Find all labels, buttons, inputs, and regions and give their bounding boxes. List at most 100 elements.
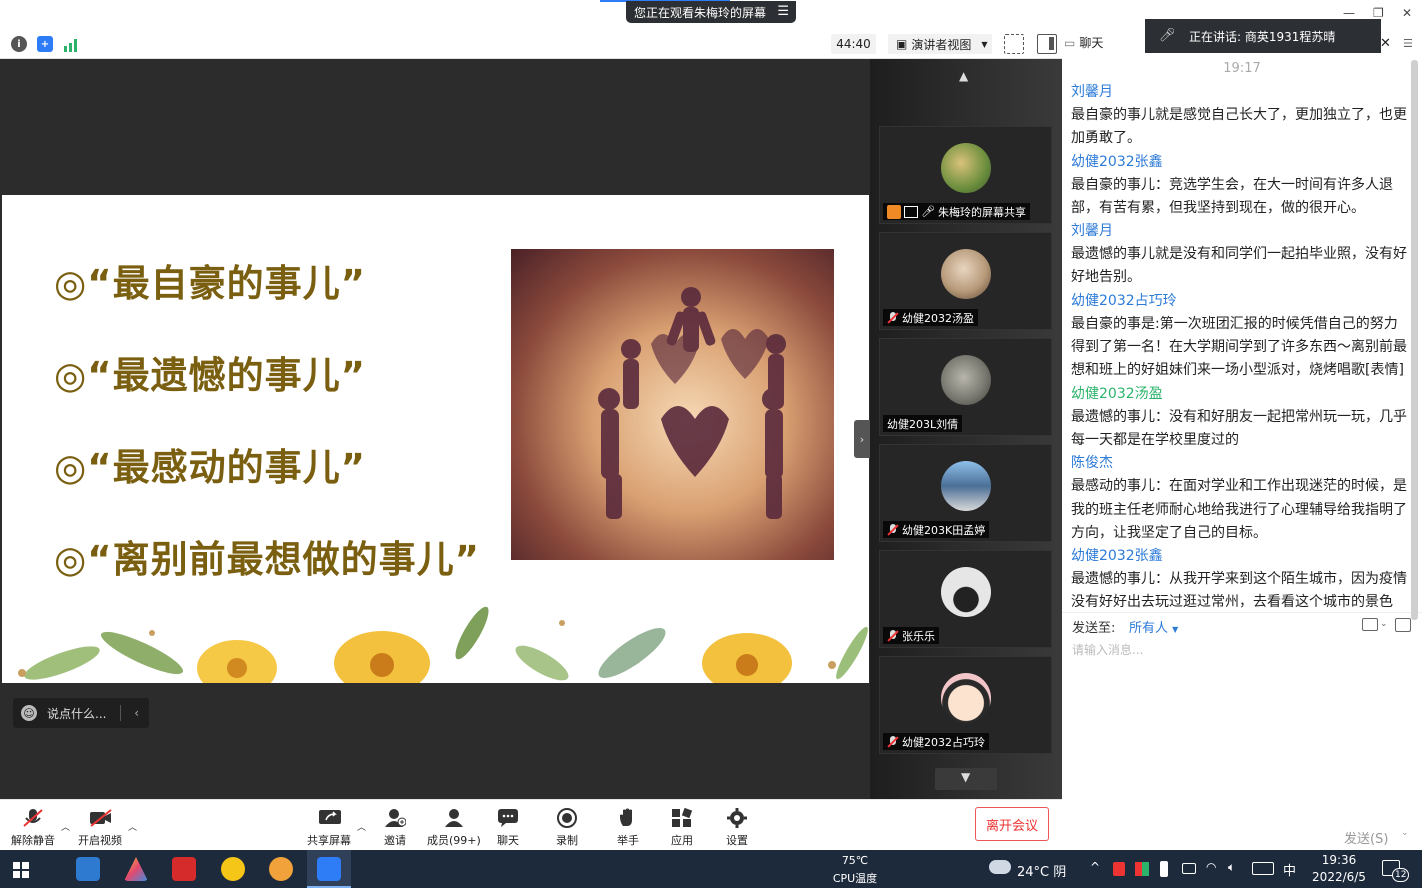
volume-icon[interactable]: 🔈︎ <box>1228 860 1235 875</box>
apps-button[interactable]: 应用 <box>671 807 693 848</box>
participant-tile[interactable]: 张乐乐 <box>879 550 1052 648</box>
message-text: 最遗憾的事儿就是没有和同学们一起拍毕业照，没有好好地告别。 <box>1071 246 1407 286</box>
more-icon[interactable]: ☰ <box>1403 37 1413 50</box>
wps-icon[interactable] <box>172 857 196 881</box>
cpu-label: CPU温度 <box>832 872 878 885</box>
video-off-icon <box>89 808 112 828</box>
chat-button[interactable]: 聊天 <box>497 808 519 848</box>
browser-icon[interactable] <box>221 857 245 881</box>
chat-message: 幼健2032张鑫 最遗憾的事儿：从我开学来到这个陌生城市，因为疫情没有好好出去玩… <box>1071 545 1411 615</box>
shield-icon[interactable]: + <box>37 36 53 52</box>
app-icon[interactable] <box>124 857 148 881</box>
message-sender[interactable]: 刘馨月 <box>1071 220 1411 243</box>
message-sender[interactable]: 刘馨月 <box>1071 81 1411 104</box>
raise-hand-button[interactable]: 举手 <box>617 808 639 848</box>
message-sender[interactable]: 陈俊杰 <box>1071 452 1411 475</box>
participant-tile[interactable]: 幼健203L刘倩 <box>879 338 1052 436</box>
chevron-down-icon: ▼ <box>1172 625 1179 634</box>
close-window-icon[interactable]: ✕ <box>1402 6 1412 20</box>
chevron-up-icon[interactable]: ︿ <box>128 820 137 833</box>
members-button[interactable]: 成员(99+) <box>427 808 481 848</box>
recipient-dropdown[interactable]: 所有人 ▼ <box>1129 617 1178 636</box>
wifi-icon[interactable]: ◠ <box>1206 860 1216 874</box>
apps-icon <box>671 807 693 828</box>
mail-app-icon[interactable] <box>76 857 100 881</box>
info-icon[interactable]: i <box>11 36 27 52</box>
chevron-up-icon[interactable]: ︿ <box>357 820 366 833</box>
message-sender[interactable]: 幼健2032汤盈 <box>1071 383 1411 406</box>
chat-input[interactable]: 请输入消息... <box>1072 641 1143 658</box>
share-banner[interactable]: 您正在观看朱梅玲的屏幕 ☰ <box>626 1 796 23</box>
chevron-down-icon[interactable]: ⌄ <box>1380 619 1388 629</box>
leave-meeting-button[interactable]: 离开会议 <box>975 807 1049 841</box>
close-speaking-icon[interactable]: ✕ <box>1380 36 1391 51</box>
settings-button[interactable]: 设置 <box>726 808 748 848</box>
record-label: 录制 <box>556 834 578 847</box>
chevron-down-icon[interactable]: ⌄ <box>1401 828 1409 838</box>
send-button[interactable]: 发送(S) <box>1344 828 1388 847</box>
chevron-up-icon[interactable]: ︿ <box>61 820 70 833</box>
message-text: 最遗憾的事儿：没有和好朋友一起把常州玩一玩，几乎每一天都是在学校里度过的 <box>1071 408 1407 448</box>
chat-message: 幼健2032张鑫 最自豪的事儿：竞选学生会，在大一时间有许多人退部，有苦有累，但… <box>1071 151 1411 221</box>
minimize-icon[interactable]: — <box>1343 6 1355 20</box>
tray-app-icon[interactable] <box>1135 862 1149 876</box>
participant-tile[interactable]: 幼健2032占巧玲 <box>879 656 1052 754</box>
signal-icon[interactable] <box>64 37 80 52</box>
fullscreen-icon[interactable] <box>1004 34 1024 54</box>
tray-app-icon[interactable] <box>1113 862 1125 876</box>
menu-icon[interactable]: ☰ <box>777 4 789 19</box>
app-icon[interactable] <box>269 857 293 881</box>
restore-icon[interactable]: ❐ <box>1373 6 1384 20</box>
chevron-left-icon[interactable]: ‹ <box>134 706 139 720</box>
avatar <box>941 461 991 511</box>
smile-icon[interactable]: ☺ <box>21 705 37 721</box>
message-sender[interactable]: 幼健2032张鑫 <box>1071 151 1411 174</box>
chat-scrollbar[interactable] <box>1411 60 1418 620</box>
participant-panel: ▲ 🎤︎ 朱梅玲的屏幕共享 幼健2032汤盈 幼健203L刘倩 幼健203K田孟… <box>870 59 1062 799</box>
message-text: 最自豪的事儿就是感觉自己长大了，更加独立了，也更加勇敢了。 <box>1071 107 1407 147</box>
invite-button[interactable]: 邀请 <box>384 808 407 848</box>
weather-text[interactable]: 24°C 阴 <box>1017 861 1066 880</box>
message-text: 最遗憾的事儿：从我开学来到这个陌生城市，因为疫情没有好好出去玩过逛过常州，去看看… <box>1071 571 1407 611</box>
message-sender[interactable]: 幼健2032占巧玲 <box>1071 290 1411 313</box>
collapse-panel-button[interactable]: › <box>854 420 870 458</box>
chat-tab[interactable]: ▭ 聊天 <box>1064 34 1103 51</box>
participant-tile[interactable]: 🎤︎ 朱梅玲的屏幕共享 <box>879 126 1052 224</box>
chat-tab-label: 聊天 <box>1079 36 1104 50</box>
muted-mic-icon <box>887 629 899 642</box>
participant-name: 幼健203K田孟婷 <box>902 523 986 537</box>
chevron-down-icon[interactable]: ▼ <box>961 770 970 784</box>
reaction-input[interactable]: ☺ 说点什么... ‹ <box>13 698 149 728</box>
keyboard-icon[interactable] <box>1252 862 1274 875</box>
apps-label: 应用 <box>671 834 693 847</box>
layout-icon[interactable] <box>1037 34 1057 54</box>
view-mode-dropdown[interactable]: ▣ 演讲者视图 ▼ <box>888 34 992 54</box>
participant-tile[interactable]: 幼健203K田孟婷 <box>879 444 1052 542</box>
participant-tile[interactable]: 幼健2032汤盈 <box>879 232 1052 330</box>
muted-mic-icon <box>887 735 899 748</box>
chevron-up-icon[interactable]: ▲ <box>959 69 968 83</box>
start-video-button[interactable]: 开启视频 <box>78 808 122 848</box>
clock-time[interactable]: 19:36 <box>1312 853 1366 867</box>
share-screen-button[interactable]: 共享屏幕 <box>307 808 351 848</box>
ime-indicator[interactable]: 中 <box>1283 860 1296 879</box>
recipient-value: 所有人 <box>1129 621 1169 636</box>
folder-icon[interactable] <box>1362 618 1378 631</box>
share-banner-text: 您正在观看朱梅玲的屏幕 <box>634 5 767 20</box>
chevron-up-icon[interactable]: ^ <box>1090 860 1100 874</box>
members-label: 成员(99+) <box>427 834 481 847</box>
unmute-button[interactable]: 解除静音 <box>11 808 55 848</box>
usb-icon[interactable] <box>1160 861 1168 877</box>
clock-date[interactable]: 2022/6/5 <box>1306 870 1372 884</box>
cloud-icon[interactable] <box>989 860 1011 874</box>
record-button[interactable]: 录制 <box>556 808 578 848</box>
screenshot-icon[interactable] <box>1395 618 1411 632</box>
battery-icon[interactable] <box>1182 863 1196 874</box>
tencent-meeting-icon[interactable] <box>317 857 341 881</box>
windows-start-icon[interactable] <box>13 862 29 878</box>
invite-label: 邀请 <box>384 834 406 847</box>
meeting-window: 您正在观看朱梅玲的屏幕 ☰ i + 44:40 ▣ 演讲者视图 ▼ ▭ 聊天 —… <box>0 0 1422 888</box>
message-sender[interactable]: 幼健2032张鑫 <box>1071 545 1411 568</box>
message-text: 最自豪的事儿：竞选学生会，在大一时间有许多人退部，有苦有累，但我坚持到现在，做的… <box>1071 176 1393 216</box>
flower-decoration <box>18 606 868 683</box>
